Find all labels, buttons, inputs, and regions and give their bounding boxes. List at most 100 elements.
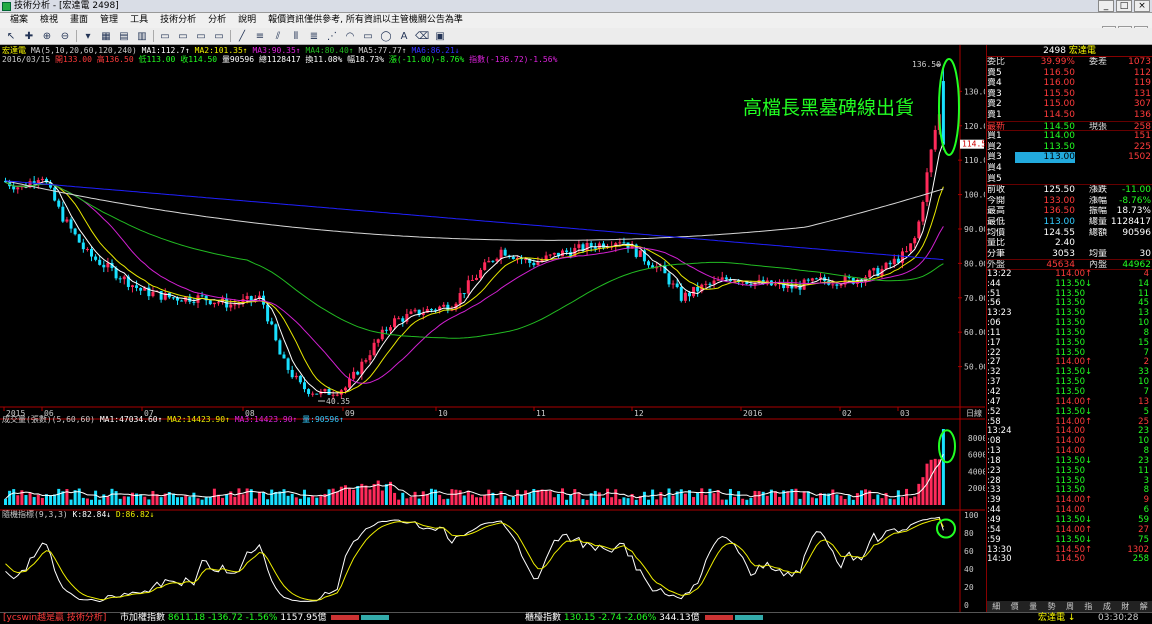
- candle-body: [130, 285, 134, 287]
- volume-bar: [24, 495, 28, 505]
- menu-screen[interactable]: 畫面: [64, 13, 94, 28]
- volume-bar: [53, 494, 57, 505]
- volume-ma-line: [5, 453, 944, 500]
- tab-deals[interactable]: 成: [1103, 601, 1111, 612]
- order-ratio-row: 委比 39.99% 委差 1073: [987, 57, 1151, 67]
- crosshair-tool-icon[interactable]: ✚: [22, 30, 36, 43]
- menu-manage[interactable]: 管理: [94, 13, 124, 28]
- stats-list: 前收 125.50 漲跌 -11.00 今開 133.00 漲幅 -8.76% 最高 136.50…: [987, 184, 1152, 259]
- volume-bar: [585, 499, 589, 505]
- chart-area[interactable]: 130.00 120.00 110.00 100.00 90.00 80.00 70.00 6…: [0, 45, 985, 612]
- candle-body: [831, 284, 835, 286]
- tab-week[interactable]: 周: [1066, 601, 1074, 612]
- tab-trend[interactable]: 勢: [1048, 601, 1056, 612]
- menu-help[interactable]: 說明: [232, 13, 262, 28]
- volume-bar: [556, 493, 560, 505]
- close-button[interactable]: ×: [1134, 0, 1150, 12]
- menu-tools[interactable]: 工具: [124, 13, 154, 28]
- minimize-button[interactable]: _: [1098, 0, 1114, 12]
- volume-bar: [626, 498, 630, 505]
- volume-bar: [32, 496, 36, 505]
- tab-finance[interactable]: 財: [1121, 601, 1129, 612]
- price-tick-label: 130.00: [964, 87, 985, 96]
- chart-canvas[interactable]: 130.00 120.00 110.00 100.00 90.00 80.00 70.00 6…: [0, 45, 985, 612]
- color-icon[interactable]: ▦: [99, 30, 113, 43]
- menu-view[interactable]: 檢視: [34, 13, 64, 28]
- volume-highlight-ellipse: [938, 429, 956, 464]
- text-tool-icon[interactable]: A: [397, 30, 411, 43]
- tab-volume[interactable]: 量: [1029, 601, 1037, 612]
- window-3-icon[interactable]: ▭: [194, 30, 208, 43]
- volume-bar: [475, 497, 478, 505]
- maximize-button[interactable]: □: [1116, 0, 1132, 12]
- volume-bar: [331, 488, 335, 505]
- volume-bar: [565, 499, 569, 505]
- grid-icon[interactable]: ▤: [117, 30, 131, 43]
- app-icon: [2, 2, 11, 11]
- bid-row: 買2 113.50 225: [987, 141, 1151, 152]
- volume-bar: [36, 494, 40, 505]
- volume-tick-label: 40000: [968, 467, 985, 476]
- candle-body: [548, 254, 552, 256]
- window-1-icon[interactable]: ▭: [158, 30, 172, 43]
- menu-bar: 檔案 檢視 畫面 管理 工具 技術分析 分析 說明 報價資訊僅供參考, 所有資訊…: [0, 13, 1152, 38]
- volume-bar: [335, 491, 339, 505]
- volume-bar: [745, 499, 749, 505]
- candle-body: [327, 389, 331, 395]
- volume-bar: [4, 498, 7, 505]
- candle-body: [368, 355, 372, 361]
- candle-body: [638, 250, 642, 257]
- dropdown-icon[interactable]: ▾: [81, 30, 95, 43]
- fan-tool-icon[interactable]: ⋰: [325, 30, 339, 43]
- ask-list: 賣5 116.50 112 賣4 116.00 119 賣3 115.50 131 賣2 115.0…: [987, 68, 1152, 121]
- volume-bar: [610, 497, 614, 505]
- window-4-icon[interactable]: ▭: [212, 30, 226, 43]
- volume-bar: [57, 488, 61, 505]
- window-2-icon[interactable]: ▭: [176, 30, 190, 43]
- save-icon[interactable]: ▣: [433, 30, 447, 43]
- tab-explain[interactable]: 解: [1140, 601, 1148, 612]
- hline-tool-icon[interactable]: ≡: [253, 30, 267, 43]
- line-tool-icon[interactable]: ╱: [235, 30, 249, 43]
- tab-detail[interactable]: 細: [992, 601, 1000, 612]
- channel-tool-icon[interactable]: ⫽: [271, 30, 285, 43]
- zoom-out-icon[interactable]: ⊖: [58, 30, 72, 43]
- bars-tool-icon[interactable]: ⦀: [289, 30, 303, 43]
- volume-bar: [446, 498, 450, 505]
- tick-list[interactable]: 13:22 114.00 ↑ 4:44 113.50 ↓ 14:51 113.50 11:56 1…: [987, 269, 1152, 565]
- volume-bar: [622, 497, 626, 505]
- fib-tool-icon[interactable]: ≣: [307, 30, 321, 43]
- volume-bar: [409, 496, 413, 505]
- menu-file[interactable]: 檔案: [4, 13, 34, 28]
- candle-body: [40, 178, 44, 181]
- menu-analysis[interactable]: 分析: [202, 13, 232, 28]
- volume-bar: [311, 495, 315, 505]
- stat-row: 分筆 3053 均量 30: [987, 248, 1151, 259]
- zoom-in-icon[interactable]: ⊕: [40, 30, 54, 43]
- layout-icon[interactable]: ▥: [135, 30, 149, 43]
- candle-body: [85, 248, 89, 250]
- candle-body: [810, 278, 814, 281]
- rect-tool-icon[interactable]: ▭: [361, 30, 375, 43]
- candle-body: [921, 201, 925, 222]
- candle-body: [81, 242, 85, 250]
- candle-body: [380, 329, 384, 340]
- candle-body: [69, 219, 73, 229]
- candle-body: [348, 378, 352, 388]
- eraser-tool-icon[interactable]: ⌫: [415, 30, 429, 43]
- candle-body: [331, 394, 335, 396]
- tab-price[interactable]: 價: [1011, 601, 1019, 612]
- volume-bar: [118, 498, 122, 505]
- candle-body: [462, 293, 466, 295]
- volume-bar: [548, 490, 552, 505]
- bid-row: 買4: [987, 162, 1002, 173]
- volume-bar: [737, 491, 741, 505]
- tab-indicator[interactable]: 指: [1084, 601, 1092, 612]
- menu-technical[interactable]: 技術分析: [154, 13, 202, 28]
- date-label: 02: [842, 409, 852, 418]
- ellipse-tool-icon[interactable]: ◯: [379, 30, 393, 43]
- volume-bar: [368, 489, 372, 505]
- volume-bar: [581, 499, 585, 505]
- pointer-tool-icon[interactable]: ↖: [4, 30, 18, 43]
- arc-tool-icon[interactable]: ◠: [343, 30, 357, 43]
